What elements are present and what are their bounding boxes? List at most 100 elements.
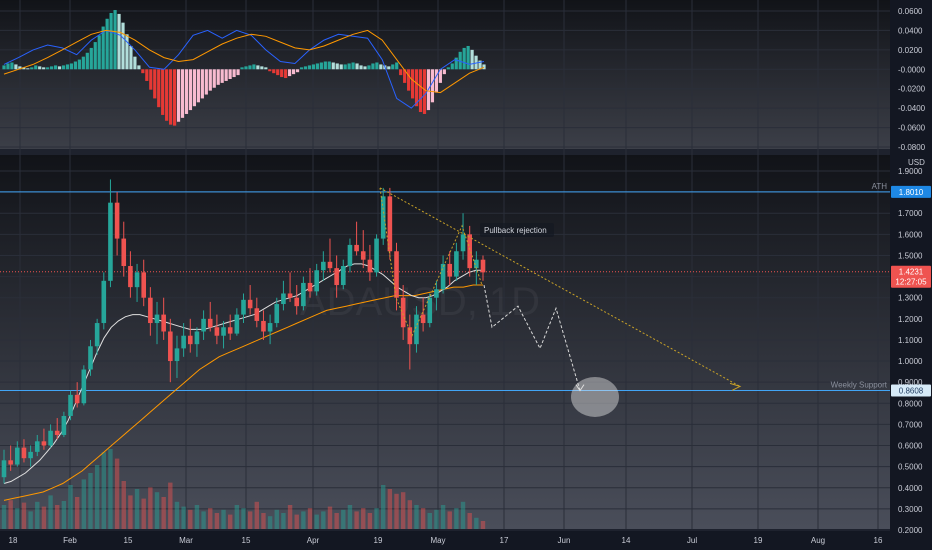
candle-body [287,293,293,298]
candle-body [1,460,7,478]
price-panel[interactable] [0,155,890,529]
histogram-bar [343,64,347,70]
volume-bar [321,511,326,529]
histogram-bar [129,45,133,70]
volume-bar [460,501,466,529]
histogram-bar [196,69,200,103]
candle-body [427,297,433,324]
time-axis[interactable] [0,529,932,550]
candle-body [281,293,286,305]
x-tick-label: 16 [874,536,883,545]
candle-body [15,447,20,465]
volume-bar [427,513,432,529]
candle-body [434,289,439,298]
volume-bar [174,501,180,529]
volume-bar [474,517,479,529]
oscillator-panel[interactable] [0,0,890,149]
candle-body [134,272,140,288]
volume-bar [367,513,373,529]
histogram-bar [291,69,296,75]
histogram-bar [204,69,208,95]
level-label: ATH [872,182,888,191]
histogram-bar [284,69,288,79]
histogram-bar [351,62,355,70]
volume-bar [55,505,60,529]
panel-divider[interactable] [0,149,932,155]
candle-body [340,266,346,286]
price-y-tick-label: 0.2000 [898,526,923,535]
target-zone [571,376,619,417]
histogram-bar [77,59,81,70]
histogram-bar [260,66,264,70]
candle-body [314,270,319,292]
candle-body [454,251,459,277]
candle-body [254,308,260,321]
volume-bar [88,473,93,529]
histogram-bar [442,69,446,75]
histogram-bar [272,69,276,74]
histogram-bar [69,63,74,70]
candle-body [114,202,120,239]
volume-bar [168,482,173,529]
histogram-bar [228,69,232,79]
candle-body [234,314,240,334]
volume-bar [48,495,53,529]
histogram-bar [220,69,224,83]
histogram-bar [264,67,268,70]
histogram-bar [42,67,46,70]
histogram-bar [14,64,18,70]
histogram-bar [244,66,248,70]
histogram-bar [65,64,70,70]
histogram-bar [256,65,260,70]
histogram-bar [395,62,399,70]
candle-body [294,297,300,307]
histogram-bar [462,47,466,70]
price-y-tick-label: 0.8000 [898,399,923,408]
price-y-tick-label: 1.7000 [898,209,923,218]
volume-bar [148,487,153,529]
x-tick-label: Mar [179,536,193,545]
histogram-bar [109,12,113,70]
volume-bar [134,489,140,529]
histogram-bar [363,66,367,70]
trading-chart[interactable]: ADAUSD, 1DATHWeekly SupportPullback reje… [0,0,932,550]
candle-body [414,314,419,345]
histogram-bar [387,66,391,70]
histogram-bar [57,66,62,70]
volume-bar [347,505,353,529]
price-y-tick-label: 1.6000 [898,230,923,239]
candle-body [380,196,386,239]
candle-body [94,323,100,347]
volume-bar [387,489,393,529]
histogram-bar [34,65,38,70]
histogram-bar [470,49,474,70]
histogram-bar [161,69,165,115]
histogram-bar [347,63,351,70]
histogram-bar [307,65,312,70]
price-y-tick-label: 1.3000 [898,294,923,303]
volume-bar [194,505,200,529]
histogram-bar [10,62,14,70]
histogram-bar [176,69,181,122]
x-tick-label: 17 [500,536,509,545]
histogram-bar [299,67,304,70]
volume-bar [307,508,313,529]
histogram-bar [38,66,42,70]
volume-bar [15,508,20,529]
histogram-bar [105,18,109,70]
x-tick-label: 18 [9,536,18,545]
volume-bar [234,505,240,529]
histogram-bar [53,65,58,70]
histogram-bar [125,34,129,70]
candle-body [467,234,472,269]
volume-bar [440,505,446,529]
histogram-bar [216,69,220,85]
candle-body [21,447,27,459]
histogram-bar [149,69,153,90]
volume-bar [141,498,146,529]
price-y-tick-label: 0.6000 [898,442,923,451]
volume-bar [354,511,359,529]
volume-bar [128,495,133,529]
histogram-bar [407,69,411,91]
volume-bar [68,485,73,529]
